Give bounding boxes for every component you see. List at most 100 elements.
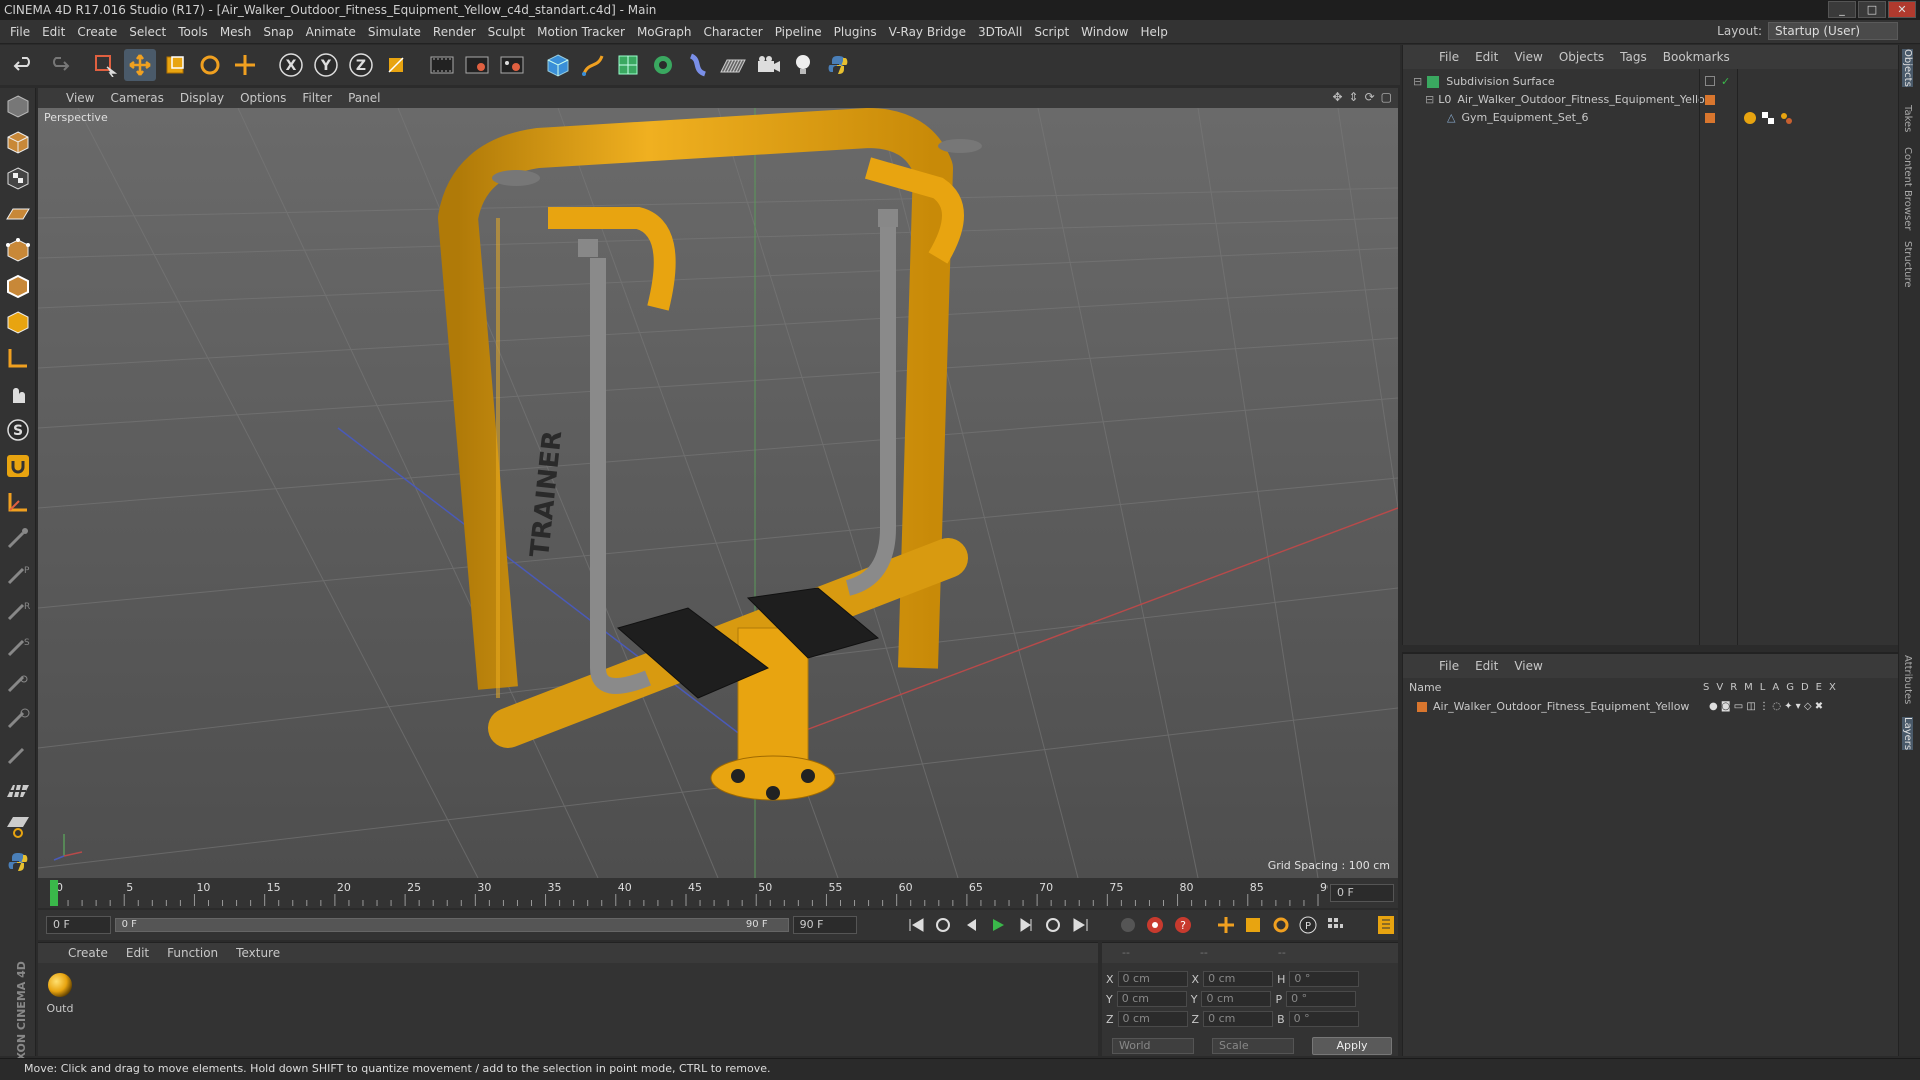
menu-mograph[interactable]: MoGraph: [631, 25, 698, 39]
texture-tag-icon[interactable]: [1761, 111, 1775, 125]
menu-script[interactable]: Script: [1028, 25, 1075, 39]
coord-scale-dropdown[interactable]: Scale: [1212, 1038, 1294, 1054]
tab-attributes[interactable]: Attributes: [1902, 655, 1913, 704]
size-x-field[interactable]: 0 cm: [1203, 971, 1274, 987]
apply-button[interactable]: Apply: [1312, 1037, 1392, 1055]
subdivision-icon[interactable]: [612, 49, 644, 81]
obj-menu-view[interactable]: View: [1514, 50, 1542, 64]
cloner-icon[interactable]: [647, 49, 679, 81]
python-icon[interactable]: [822, 49, 854, 81]
tree-row-subdivision[interactable]: ⊟ Subdivision Surface ✓: [1403, 73, 1899, 91]
obj-menu-edit[interactable]: Edit: [1475, 50, 1498, 64]
rot-p-field[interactable]: 0 °: [1286, 991, 1357, 1007]
menu-window[interactable]: Window: [1075, 25, 1134, 39]
timeline-ruler[interactable]: 051015202530354045505560657075808590 0 F: [38, 878, 1398, 908]
transform-icon[interactable]: [229, 49, 261, 81]
z-axis-icon[interactable]: Z: [345, 49, 377, 81]
end-frame-field[interactable]: 90 F: [792, 916, 858, 934]
step-forward-icon[interactable]: [1014, 913, 1037, 937]
tab-content-browser[interactable]: Content Browser: [1902, 147, 1913, 230]
phong-tag-icon[interactable]: [1779, 111, 1793, 125]
undo-icon[interactable]: [8, 49, 40, 81]
material-tag-icon[interactable]: [1743, 111, 1757, 125]
render-picture-viewer-icon[interactable]: [461, 49, 493, 81]
pos-z-field[interactable]: 0 cm: [1117, 1011, 1188, 1027]
brush-icon[interactable]: [2, 522, 34, 554]
size-y-field[interactable]: 0 cm: [1201, 991, 1272, 1007]
menu-animate[interactable]: Animate: [300, 25, 362, 39]
mat-menu-function[interactable]: Function: [167, 946, 218, 960]
points-mode-icon[interactable]: [2, 234, 34, 266]
layer-color-tag[interactable]: [1705, 95, 1715, 105]
menu-pipeline[interactable]: Pipeline: [769, 25, 828, 39]
cube-icon[interactable]: [542, 49, 574, 81]
workplane-axis-icon[interactable]: [2, 486, 34, 518]
menu-create[interactable]: Create: [71, 25, 123, 39]
uv-grid-icon[interactable]: [2, 810, 34, 842]
live-selection-icon[interactable]: [89, 49, 121, 81]
record-icon[interactable]: [1143, 913, 1166, 937]
y-axis-icon[interactable]: Y: [310, 49, 342, 81]
obj-menu-file[interactable]: File: [1439, 50, 1459, 64]
pen-icon[interactable]: [577, 49, 609, 81]
layer-row[interactable]: Air_Walker_Outdoor_Fitness_Equipment_Yel…: [1403, 698, 1899, 716]
axis-mode-icon[interactable]: [2, 342, 34, 374]
mat-menu-texture[interactable]: Texture: [236, 946, 280, 960]
redo-icon[interactable]: [43, 49, 75, 81]
current-frame-field[interactable]: 0 F: [1330, 884, 1394, 902]
obj-menu-objects[interactable]: Objects: [1559, 50, 1604, 64]
menu-render[interactable]: Render: [427, 25, 482, 39]
menu-plugins[interactable]: Plugins: [828, 25, 883, 39]
texture-mode-icon[interactable]: [2, 162, 34, 194]
key-parameter-icon[interactable]: P: [1296, 913, 1319, 937]
layer-color-swatch[interactable]: [1417, 702, 1427, 712]
maximize-button[interactable]: □: [1858, 1, 1886, 18]
sculpt-inflate-icon[interactable]: [2, 666, 34, 698]
3d-viewport[interactable]: TRAINER Perspective Grid Spacing : 100 c…: [38, 108, 1398, 878]
key-position-icon[interactable]: [1214, 913, 1237, 937]
close-button[interactable]: ✕: [1888, 1, 1916, 18]
floor-icon[interactable]: [717, 49, 749, 81]
model-mode-icon[interactable]: [2, 126, 34, 158]
vp-menu-cameras[interactable]: Cameras: [110, 91, 163, 105]
tree-row-air-walker[interactable]: ⊟ L0 Air_Walker_Outdoor_Fitness_Equipmen…: [1403, 91, 1899, 109]
timeline-editor-icon[interactable]: [1375, 913, 1398, 937]
editor-visibility-icon[interactable]: [1705, 76, 1715, 86]
playhead[interactable]: [50, 880, 58, 906]
pos-x-field[interactable]: 0 cm: [1117, 971, 1188, 987]
rotate-icon[interactable]: [194, 49, 226, 81]
pan-icon[interactable]: ✥: [1332, 90, 1342, 104]
menu-tools[interactable]: Tools: [172, 25, 214, 39]
key-rotation-icon[interactable]: [1269, 913, 1292, 937]
layer-color-tag[interactable]: [1705, 113, 1715, 123]
sculpt-pinch-icon[interactable]: [2, 702, 34, 734]
render-view-icon[interactable]: [426, 49, 458, 81]
camera-icon[interactable]: [752, 49, 784, 81]
layer-toggles[interactable]: ● ◙ ▭ ◫ ⋮ ◌ ✦ ▾ ◇ ✖: [1709, 698, 1823, 716]
texture-checker-icon[interactable]: [2, 774, 34, 806]
loop-toggle-icon[interactable]: [1041, 913, 1064, 937]
light-icon[interactable]: [787, 49, 819, 81]
menu-mesh[interactable]: Mesh: [214, 25, 258, 39]
zoom-icon[interactable]: ⇕: [1349, 90, 1359, 104]
tab-takes[interactable]: Takes: [1902, 105, 1913, 132]
tweak-mode-icon[interactable]: [2, 378, 34, 410]
step-back-icon[interactable]: [959, 913, 982, 937]
minimize-button[interactable]: _: [1828, 1, 1856, 18]
go-to-start-icon[interactable]: [904, 913, 927, 937]
menu-character[interactable]: Character: [697, 25, 768, 39]
size-z-field[interactable]: 0 cm: [1203, 1011, 1274, 1027]
obj-menu-bookmarks[interactable]: Bookmarks: [1663, 50, 1730, 64]
obj-menu-tags[interactable]: Tags: [1620, 50, 1647, 64]
menu-help[interactable]: Help: [1134, 25, 1173, 39]
mat-menu-edit[interactable]: Edit: [126, 946, 149, 960]
menu-file[interactable]: File: [4, 25, 36, 39]
keyframe-settings-icon[interactable]: [1116, 913, 1139, 937]
vp-menu-display[interactable]: Display: [180, 91, 224, 105]
coordinate-system-icon[interactable]: [380, 49, 412, 81]
render-settings-icon[interactable]: [496, 49, 528, 81]
enabled-check-icon[interactable]: ✓: [1721, 73, 1730, 91]
vp-menu-view[interactable]: View: [66, 91, 94, 105]
edges-mode-icon[interactable]: [2, 270, 34, 302]
workplane-icon[interactable]: [2, 198, 34, 230]
